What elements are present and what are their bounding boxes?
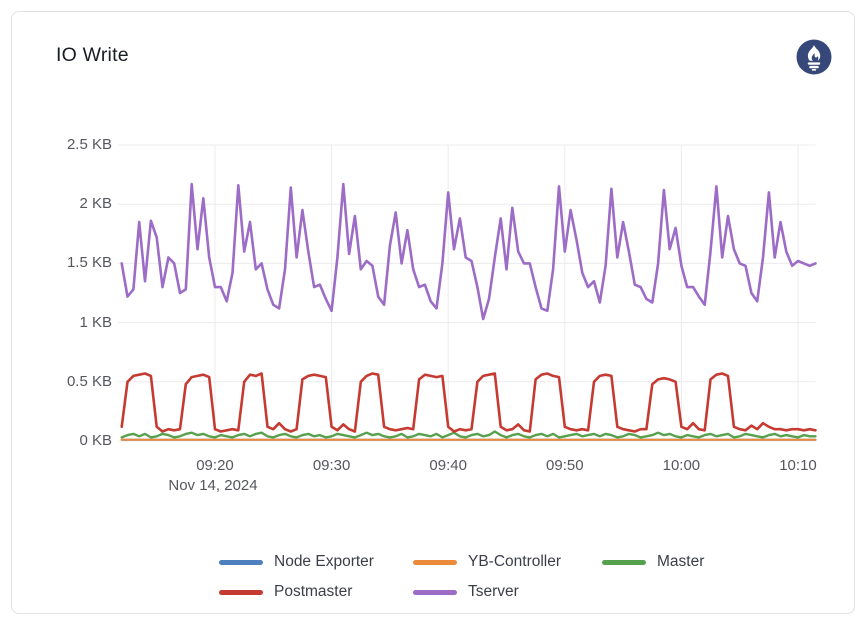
tserver-swatch-icon bbox=[413, 590, 457, 595]
legend: Node Exporter YB-Controller Master Postm… bbox=[219, 551, 704, 603]
x-axis-date-label: Nov 14, 2024 bbox=[153, 477, 273, 494]
legend-item-yb-controller[interactable]: YB-Controller bbox=[413, 551, 602, 573]
y-tick-label: 0 KB bbox=[40, 431, 112, 451]
x-tick-label: 10:00 bbox=[646, 456, 716, 476]
y-tick-label: 2 KB bbox=[40, 194, 112, 214]
legend-item-node-exporter[interactable]: Node Exporter bbox=[219, 551, 413, 573]
x-tick-label: 09:30 bbox=[297, 456, 367, 476]
series-line-master bbox=[122, 432, 816, 438]
legend-label: Master bbox=[657, 553, 704, 571]
y-tick-label: 2.5 KB bbox=[40, 135, 112, 155]
yb-controller-swatch-icon bbox=[413, 560, 457, 565]
legend-item-postmaster[interactable]: Postmaster bbox=[219, 581, 413, 603]
node-exporter-swatch-icon bbox=[219, 560, 263, 565]
y-tick-label: 1 KB bbox=[40, 313, 112, 333]
legend-label: YB-Controller bbox=[468, 553, 561, 571]
legend-label: Tserver bbox=[468, 583, 519, 601]
dashboard-panel: IO Write 0 KB0.5 KB1 KB1.5 KB2 KB2.5 KB0… bbox=[0, 0, 866, 626]
x-tick-label: 09:20 bbox=[180, 456, 250, 476]
master-swatch-icon bbox=[602, 560, 646, 565]
y-tick-label: 1.5 KB bbox=[40, 253, 112, 273]
legend-item-master[interactable]: Master bbox=[602, 551, 704, 573]
legend-label: Postmaster bbox=[274, 583, 352, 601]
postmaster-swatch-icon bbox=[219, 590, 263, 595]
chart-plot-area[interactable] bbox=[0, 0, 866, 626]
x-tick-label: 09:40 bbox=[413, 456, 483, 476]
y-tick-label: 0.5 KB bbox=[40, 372, 112, 392]
x-tick-label: 09:50 bbox=[530, 456, 600, 476]
x-tick-label: 10:10 bbox=[763, 456, 833, 476]
legend-label: Node Exporter bbox=[274, 553, 374, 571]
legend-item-tserver[interactable]: Tserver bbox=[413, 581, 602, 603]
